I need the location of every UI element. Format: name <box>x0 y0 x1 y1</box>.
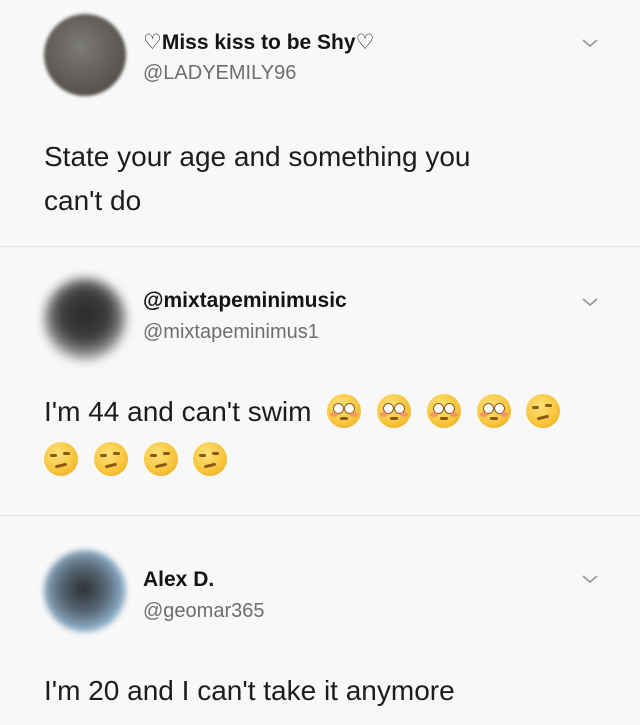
tweet-text: State your age and something you can't d… <box>44 136 471 222</box>
wry-face-icon <box>93 441 128 476</box>
avatar[interactable] <box>44 550 126 632</box>
tweet-card[interactable]: ♡Miss kiss to be Shy♡ @LADYEMILY96 State… <box>0 0 640 246</box>
tweet-text-line: State your age and something you <box>44 141 471 172</box>
flushed-face-icon <box>426 393 461 428</box>
wry-face-icon <box>44 441 78 476</box>
display-name[interactable]: @mixtapeminimusic <box>143 289 347 313</box>
avatar[interactable] <box>44 14 126 96</box>
user-handle[interactable]: @mixtapeminimus1 <box>143 321 319 344</box>
wry-face-icon <box>193 441 228 476</box>
tweet-text-line: can't do <box>44 185 142 216</box>
display-name[interactable]: Alex D. <box>143 568 214 592</box>
avatar[interactable] <box>44 278 126 360</box>
flushed-face-icon <box>327 393 362 428</box>
chevron-down-icon[interactable] <box>580 572 600 586</box>
flushed-face-icon <box>377 393 412 428</box>
flushed-face-icon <box>476 393 511 428</box>
chevron-down-icon[interactable] <box>580 36 600 50</box>
tweet-emoji-line <box>36 439 560 481</box>
tweet-text: I'm 44 and can't swim <box>44 391 561 481</box>
user-handle[interactable]: @geomar365 <box>143 600 264 623</box>
tweet-text-span: I'm 44 and can't swim <box>44 396 312 427</box>
tweet-text-line: I'm 44 and can't swim <box>44 391 561 433</box>
wry-face-icon <box>143 441 178 476</box>
tweet-text: I'm 20 and I can't take it anymore <box>44 675 455 706</box>
user-handle[interactable]: @LADYEMILY96 <box>143 62 296 85</box>
chevron-down-icon[interactable] <box>580 295 600 309</box>
display-name[interactable]: ♡Miss kiss to be Shy♡ <box>143 30 374 55</box>
wry-face-icon <box>526 393 561 428</box>
